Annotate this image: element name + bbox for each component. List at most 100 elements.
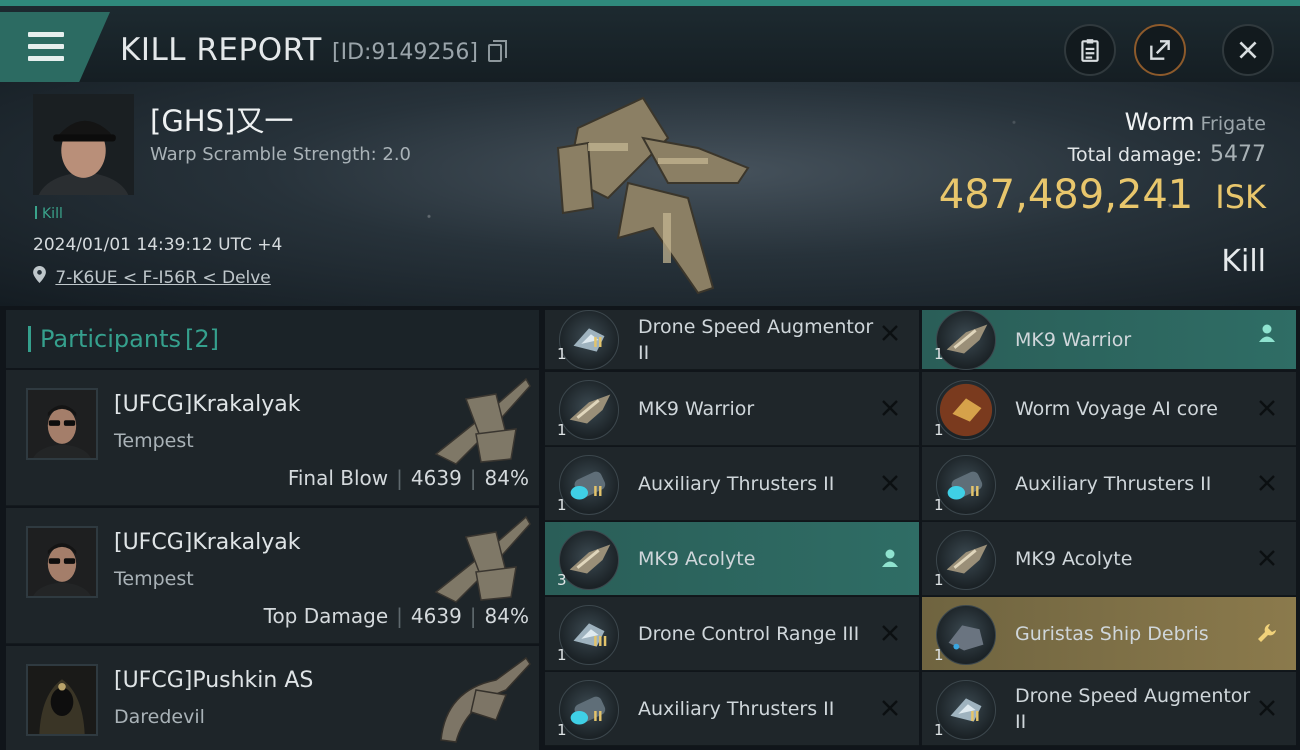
item-row[interactable]: 1 II Auxiliary Thrusters II: [922, 447, 1296, 521]
participant-damage: 4639: [410, 466, 462, 490]
person-icon[interactable]: [1256, 322, 1278, 344]
window-title: KILL REPORT: [120, 32, 322, 68]
participant-avatar: [26, 526, 98, 598]
item-meta-level: II: [970, 710, 980, 725]
item-quantity: 1: [934, 646, 944, 664]
participant-role: Final Blow: [287, 466, 389, 490]
total-damage-value: 5477: [1210, 142, 1266, 167]
wrench-icon[interactable]: [1256, 622, 1278, 644]
isk-unit: ISK: [1215, 178, 1266, 216]
item-row[interactable]: 1 MK9 Warrior: [545, 372, 919, 446]
item-row[interactable]: 1 Guristas Ship Debris: [922, 597, 1296, 671]
rig-icon: [559, 310, 619, 370]
item-row[interactable]: 1 Worm Voyage AI core: [922, 372, 1296, 446]
item-row[interactable]: 1 MK9 Acolyte: [922, 522, 1296, 596]
item-row[interactable]: 1 II Drone Speed Augmentor II: [545, 310, 919, 370]
victim-stat: Warp Scramble Strength: 2.0: [150, 144, 412, 165]
rig-icon: [936, 680, 996, 740]
share-button[interactable]: [1134, 24, 1186, 76]
title-bar: KILL REPORT [ID:9149256]: [0, 0, 1300, 82]
item-name: Auxiliary Thrusters II: [638, 698, 835, 720]
participant-name: [UFCG]Krakalyak: [114, 530, 301, 555]
item-name: MK9 Warrior: [638, 398, 755, 420]
victim-avatar[interactable]: [33, 94, 134, 195]
item-quantity: 1: [557, 646, 567, 664]
thruster-icon: [559, 680, 619, 740]
participant-ship: Tempest: [114, 568, 194, 590]
victim-ship: Worm Frigate: [1125, 108, 1266, 136]
clipboard-button[interactable]: [1064, 24, 1116, 76]
person-icon[interactable]: [879, 547, 901, 569]
item-quantity: 1: [934, 721, 944, 739]
location-pin-icon: [33, 266, 46, 283]
participant-name: [UFCG]Krakalyak: [114, 392, 301, 417]
ship-name: Worm: [1124, 108, 1195, 136]
close-icon[interactable]: [879, 397, 901, 419]
item-row[interactable]: 1 II Auxiliary Thrusters II: [545, 672, 919, 746]
close-icon[interactable]: [1256, 397, 1278, 419]
kill-datetime: 2024/01/01 14:39:12 UTC +4: [33, 235, 283, 255]
menu-button[interactable]: [0, 12, 110, 82]
participant-percent: 84%: [484, 604, 529, 628]
victim-ship-image: [556, 96, 750, 295]
participant-card[interactable]: [UFCG]Krakalyak Tempest Final Blow | 4639 |…: [6, 370, 539, 506]
participant-card[interactable]: [UFCG]Pushkin AS Daredevil: [6, 646, 539, 750]
location-link[interactable]: 7-K6UE < F-I56R < Delve: [55, 268, 270, 288]
item-quantity: 1: [557, 496, 567, 514]
item-quantity: 3: [557, 571, 567, 589]
item-name: Worm Voyage AI core: [1015, 398, 1218, 420]
participants-label: Participants: [40, 325, 181, 353]
drone-icon: [936, 530, 996, 590]
item-quantity: 1: [934, 571, 944, 589]
participant-ship-image: [434, 377, 531, 465]
item-meta-level: II: [593, 336, 603, 351]
participant-avatar: [26, 664, 98, 736]
close-icon[interactable]: [879, 622, 901, 644]
clipboard-icon: [1081, 39, 1099, 62]
ship-class: Frigate: [1200, 113, 1266, 135]
item-name: Drone Control Range III: [638, 623, 860, 645]
thruster-icon: [936, 455, 996, 515]
item-name: Drone Speed Augmentor II: [638, 316, 874, 364]
close-icon[interactable]: [1256, 472, 1278, 494]
item-name: MK9 Warrior: [1015, 329, 1132, 351]
participants-header[interactable]: Participants [2]: [6, 310, 539, 368]
thruster-icon: [559, 455, 619, 515]
participant-ship: Tempest: [114, 430, 194, 452]
item-row[interactable]: 1 II Drone Speed Augmentor II: [922, 672, 1296, 746]
item-quantity: 1: [934, 421, 944, 439]
hamburger-icon-line: [28, 44, 64, 49]
item-row[interactable]: 1 III Drone Control Range III: [545, 597, 919, 671]
drone-icon: [559, 530, 619, 590]
close-icon[interactable]: [1256, 697, 1278, 719]
close-button[interactable]: [1222, 24, 1274, 76]
participant-stats: Top Damage | 4639 | 84%: [263, 604, 529, 628]
participant-name: [UFCG]Pushkin AS: [114, 668, 314, 693]
close-icon[interactable]: [879, 472, 901, 494]
ai-core-icon: [936, 380, 996, 440]
participants-panel: Participants [2] [UFCG]Krakalyak Tempest…: [6, 310, 539, 750]
victim-panel: [GHS]又一 Warp Scramble Strength: 2.0 Kill…: [0, 82, 1300, 306]
item-row[interactable]: 3 MK9 Acolyte: [545, 522, 919, 596]
isk-value: 487,489,241 ISK: [939, 172, 1266, 218]
close-icon[interactable]: [879, 322, 901, 344]
participant-ship: Daredevil: [114, 706, 205, 728]
item-row[interactable]: 1 MK9 Warrior: [922, 310, 1296, 370]
close-icon: [1239, 41, 1257, 59]
participant-stats: Final Blow | 4639 | 84%: [287, 466, 529, 490]
participant-card[interactable]: [UFCG]Krakalyak Tempest Top Damage | 4639 |…: [6, 508, 539, 644]
kill-location[interactable]: 7-K6UE < F-I56R < Delve: [33, 266, 271, 288]
close-icon[interactable]: [879, 697, 901, 719]
item-quantity: 1: [557, 345, 567, 363]
participant-ship-image: [434, 515, 531, 603]
item-name: Guristas Ship Debris: [1015, 623, 1209, 645]
item-name: Auxiliary Thrusters II: [638, 473, 835, 495]
item-quantity: 1: [557, 421, 567, 439]
drone-icon: [559, 380, 619, 440]
participant-damage: 4639: [410, 604, 462, 628]
copy-icon[interactable]: [488, 40, 507, 62]
item-row[interactable]: 1 II Auxiliary Thrusters II: [545, 447, 919, 521]
victim-name: [GHS]又一: [150, 104, 294, 138]
participant-avatar: [26, 388, 98, 460]
close-icon[interactable]: [1256, 547, 1278, 569]
